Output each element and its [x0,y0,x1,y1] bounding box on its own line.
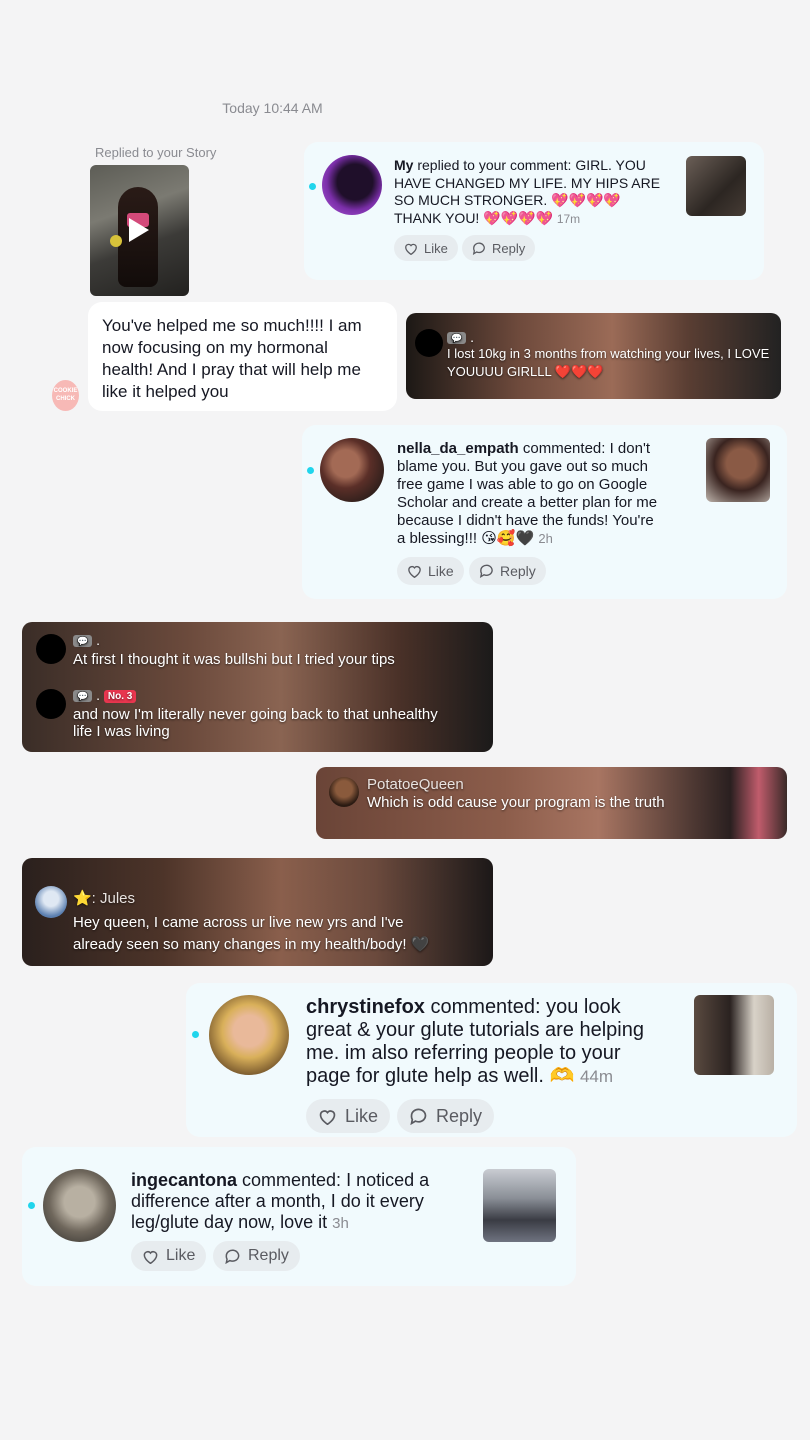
time-ago: 17m [556,211,581,226]
conversation-timestamp: Today 10:44 AM [222,100,323,116]
live-comment-screenshot: ⭐: Jules Hey queen, I came across ur liv… [22,858,493,966]
avatar[interactable] [320,438,384,502]
story-reply-label: Replied to your Story [95,145,217,160]
notification-text: ingecantona commented: I noticed a diffe… [131,1170,430,1232]
commenter-avatar [415,329,443,357]
like-button[interactable]: Like [131,1241,207,1271]
commenter-name: PotatoeQueen [367,776,464,793]
unread-dot [28,1202,35,1209]
unread-dot [307,467,314,474]
commenter-name: ⭐: Jules [73,890,136,907]
rank-badge: No. 3 [103,689,137,703]
reply-button[interactable]: Reply [462,235,536,261]
viewer-badge: 💬 [447,332,467,345]
time-ago: 3h [332,1215,349,1232]
notification-text: My replied to your comment: GIRL. YOU HA… [394,157,661,226]
username[interactable]: chrystinefox [306,996,425,1018]
heart-icon [143,1250,158,1264]
notification-text: chrystinefox commented: you look great &… [306,996,644,1087]
live-comment-screenshot: 💬 . At first I thought it was bullshi bu… [22,622,493,752]
unread-dot [192,1031,199,1038]
sender-avatar-sticker[interactable]: COOKIE CHICK [52,380,79,411]
time-ago: 44m [579,1067,614,1086]
comment-text: Which is odd cause your program is the t… [367,794,665,811]
video-thumbnail[interactable] [483,1169,556,1242]
time-ago: 2h [538,531,553,546]
reply-icon [472,242,485,255]
comment-text: Hey queen, I came across ur live new yrs… [73,914,430,953]
reply-button[interactable]: Reply [469,557,546,585]
commenter-avatar [329,777,359,807]
unread-dot [309,183,316,190]
video-thumbnail[interactable] [706,438,770,502]
video-thumbnail[interactable] [686,156,746,216]
like-button[interactable]: Like [306,1099,391,1133]
commenter-avatar [36,634,66,664]
reply-icon [225,1249,240,1264]
message-bubble: You've helped me so much!!!! I am now fo… [88,302,397,411]
comment-text: and now I'm literally never going back t… [73,706,438,740]
reply-icon [479,564,493,578]
avatar[interactable] [43,1169,116,1242]
heart-icon [405,243,417,255]
username[interactable]: My [394,157,413,173]
reply-button[interactable]: Reply [213,1241,300,1271]
viewer-badge: 💬 [73,635,93,648]
heart-icon [408,565,421,578]
avatar[interactable] [209,995,289,1075]
username[interactable]: nella_da_empath [397,440,519,457]
video-thumbnail[interactable] [694,995,774,1075]
reply-icon [410,1108,427,1125]
play-icon [129,218,149,242]
notification-text: nella_da_empath commented: I don't blame… [397,440,658,547]
like-button[interactable]: Like [397,557,464,585]
live-comment-screenshot: 💬 . I lost 10kg in 3 months from watchin… [406,313,781,399]
reply-button[interactable]: Reply [397,1099,495,1133]
comment-text: I lost 10kg in 3 months from watching yo… [447,346,770,379]
commenter-avatar [35,886,67,918]
username[interactable]: ingecantona [131,1170,237,1190]
avatar[interactable] [322,155,382,215]
commenter-avatar [36,689,66,719]
comment-text: At first I thought it was bullshi but I … [73,651,395,668]
live-comment-screenshot: PotatoeQueen Which is odd cause your pro… [316,767,787,839]
like-button[interactable]: Like [394,235,458,261]
heart-icon [319,1109,336,1125]
story-video-thumbnail[interactable] [90,165,189,296]
viewer-badge: 💬 [73,690,93,703]
